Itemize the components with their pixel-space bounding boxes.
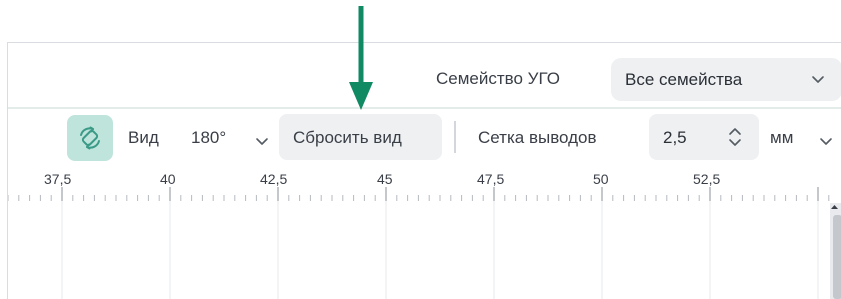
reset-view-label: Сбросить вид xyxy=(293,128,402,147)
grid-label: Сетка выводов xyxy=(478,128,597,147)
chevron-down-icon[interactable] xyxy=(255,134,269,148)
reset-view-button[interactable]: Сбросить вид xyxy=(279,114,442,160)
chevron-down-icon[interactable] xyxy=(819,134,833,148)
unit-select[interactable]: мм xyxy=(770,128,793,148)
annotation-arrow xyxy=(349,6,373,110)
ruler-label: 45 xyxy=(377,171,393,187)
ruler-label: 37,5 xyxy=(44,171,72,187)
stepper-icon[interactable] xyxy=(727,126,743,148)
vertical-scrollbar[interactable] xyxy=(830,203,841,299)
ruler-label: 47,5 xyxy=(477,171,505,187)
scrollbar-thumb[interactable] xyxy=(833,215,841,299)
ruler-label: 42,5 xyxy=(260,171,288,187)
rotate-icon xyxy=(80,126,100,150)
grid-step-input[interactable]: 2,5 xyxy=(649,114,759,160)
ruler-label: 40 xyxy=(160,171,176,187)
angle-select[interactable]: 180° xyxy=(191,128,226,148)
scroll-up-icon[interactable] xyxy=(830,203,839,211)
grid-step-value: 2,5 xyxy=(663,128,687,147)
toolbar-divider xyxy=(454,121,456,153)
ruler-ticks xyxy=(8,187,830,299)
view-label: Вид xyxy=(128,128,159,147)
ruler-label: 50 xyxy=(593,171,609,187)
rotate-view-button[interactable] xyxy=(67,115,113,161)
ruler-label: 52,5 xyxy=(693,171,721,187)
horizontal-ruler: 37,5 40 42,5 45 47,5 50 52,5 xyxy=(8,169,841,299)
